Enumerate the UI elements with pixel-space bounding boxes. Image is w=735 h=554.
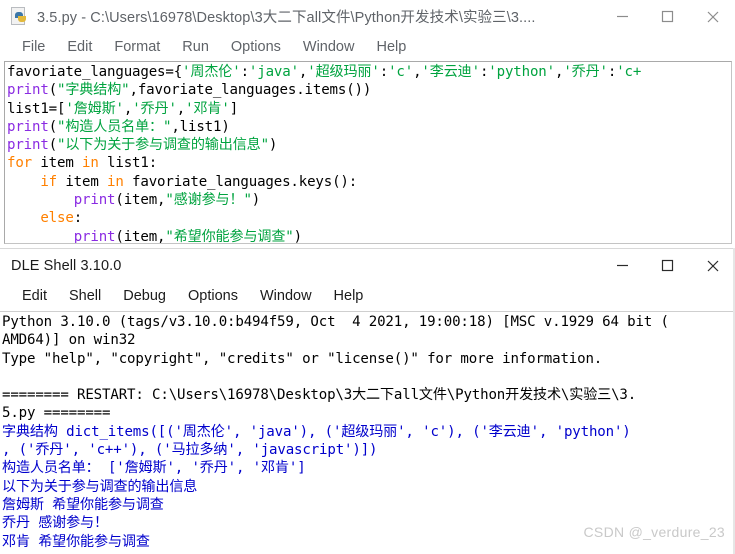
code-line: else: [40, 210, 83, 227]
code-line: favoriate_languages={'周杰伦':'java','超级玛丽'… [7, 64, 642, 80]
menu-edit[interactable]: Edit [56, 37, 103, 57]
shell-line: Python 3.10.0 (tags/v3.10.0:b494f59, Oct… [2, 314, 669, 330]
shell-menu-options[interactable]: Options [177, 286, 249, 306]
code-line: print("构造人员名单：",list1) [7, 118, 230, 135]
shell-line: 构造人员名单： ['詹姆斯', '乔丹', '邓肯'] [2, 460, 306, 477]
code-line: print("以下为关于参与调查的输出信息") [7, 137, 278, 154]
minimize-icon[interactable] [600, 0, 645, 33]
shell-line: AMD64)] on win32 [2, 332, 136, 349]
editor-title: 3.5.py - C:\Users\16978\Desktop\3大二下all文… [37, 10, 536, 26]
menu-file[interactable]: File [11, 37, 56, 57]
menu-help[interactable]: Help [365, 37, 417, 57]
editor-titlebar[interactable]: 3.5.py - C:\Users\16978\Desktop\3大二下all文… [0, 0, 735, 33]
shell-line: 詹姆斯 希望你能参与调查 [2, 496, 164, 513]
shell-menu-debug[interactable]: Debug [112, 286, 177, 306]
shell-menu-help[interactable]: Help [323, 286, 375, 306]
minimize-icon[interactable] [600, 249, 645, 282]
shell-line: 字典结构 dict_items([('周杰伦', 'java'), ('超级玛丽… [2, 423, 631, 440]
shell-window-controls [600, 249, 735, 282]
shell-title: DLE Shell 3.10.0 [11, 257, 122, 274]
csdn-watermark: CSDN @_verdure_23 [583, 524, 725, 540]
menu-options[interactable]: Options [220, 37, 292, 57]
menu-window[interactable]: Window [292, 37, 366, 57]
idle-editor-window: 3.5.py - C:\Users\16978\Desktop\3大二下all文… [0, 0, 735, 248]
close-icon[interactable] [690, 0, 735, 33]
shell-output-area[interactable]: Python 3.10.0 (tags/v3.10.0:b494f59, Oct… [0, 311, 735, 554]
code-line: print(item,"感谢参与！") [73, 192, 261, 209]
shell-menubar: Edit Shell Debug Options Window Help [0, 282, 735, 310]
shell-line: 以下为关于参与调查的输出信息 [2, 478, 198, 495]
menu-run[interactable]: Run [171, 37, 220, 57]
shell-titlebar[interactable]: DLE Shell 3.10.0 [0, 249, 735, 282]
editor-menubar: File Edit Format Run Options Window Help [0, 33, 735, 61]
menu-format[interactable]: Format [103, 37, 171, 57]
idle-shell-window: DLE Shell 3.10.0 Edit Shell Debug Option… [0, 248, 735, 554]
shell-line: , ('乔丹', 'c++'), ('马拉多纳', 'javascript')]… [2, 442, 378, 459]
code-editor-text-area[interactable]: favoriate_languages={'周杰伦':'java','超级玛丽'… [4, 61, 732, 244]
shell-menu-edit[interactable]: Edit [11, 286, 58, 306]
code-line: if item in favoriate_languages.keys(): [40, 173, 358, 190]
shell-line: Type "help", "copyright", "credits" or "… [2, 350, 603, 367]
shell-menu-shell[interactable]: Shell [58, 286, 112, 306]
shell-line: 5.py ======== [2, 405, 111, 422]
code-line: list1=['詹姆斯','乔丹','邓肯'] [7, 100, 239, 117]
code-line: for item in list1: [7, 155, 158, 172]
shell-line: ======== RESTART: C:\Users\16978\Desktop… [2, 387, 637, 404]
screen-root: 3.5.py - C:\Users\16978\Desktop\3大二下all文… [0, 0, 735, 554]
maximize-icon[interactable] [645, 249, 690, 282]
shell-menu-window[interactable]: Window [249, 286, 323, 306]
code-line: print("字典结构",favoriate_languages.items()… [7, 82, 372, 99]
python-file-icon [11, 7, 28, 26]
maximize-icon[interactable] [645, 0, 690, 33]
close-icon[interactable] [690, 249, 735, 282]
editor-window-controls [600, 0, 735, 33]
code-line: print(item,"希望你能参与调查") [73, 228, 302, 244]
